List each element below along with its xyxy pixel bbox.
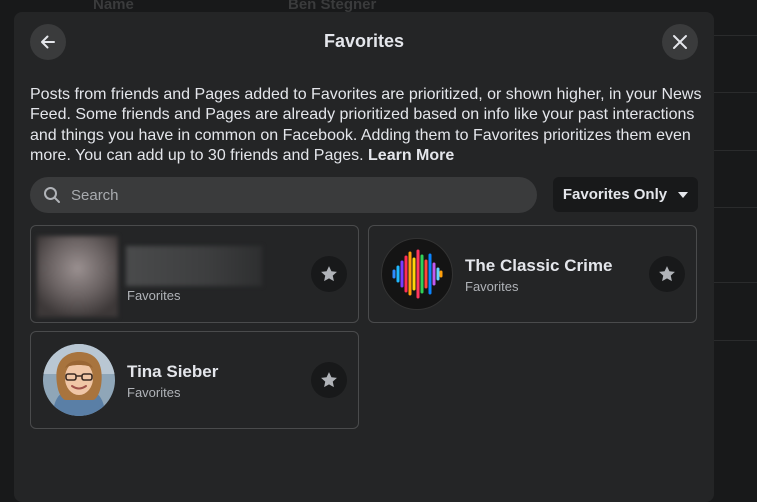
dialog-header: Favorites <box>14 12 714 72</box>
favorites-filter-dropdown[interactable]: Favorites Only <box>553 177 698 212</box>
background-divider <box>714 35 757 36</box>
favorite-star-button[interactable] <box>311 362 347 398</box>
star-icon <box>319 370 339 390</box>
close-button[interactable] <box>662 24 698 60</box>
favorites-dialog: Favorites Posts from friends and Pages a… <box>14 12 714 502</box>
favorite-name: The Classic Crime <box>465 256 613 275</box>
search-input[interactable] <box>69 185 513 205</box>
page-avatar <box>381 238 453 310</box>
background-divider <box>714 282 757 283</box>
learn-more-link[interactable]: Learn More <box>368 147 454 164</box>
profile-avatar <box>43 344 115 416</box>
favorite-star-button[interactable] <box>311 256 347 292</box>
background-divider <box>714 207 757 208</box>
search-bar[interactable] <box>30 177 537 213</box>
star-icon <box>319 264 339 284</box>
filter-label: Favorites Only <box>562 186 668 203</box>
search-icon <box>43 185 63 205</box>
background-divider <box>714 150 757 151</box>
favorite-subtitle: Favorites <box>127 385 181 400</box>
favorites-description: Posts from friends and Pages added to Fa… <box>30 85 702 167</box>
dialog-title: Favorites <box>323 31 405 51</box>
favorite-card[interactable]: Tina Sieber Favorites <box>30 331 359 429</box>
background-divider <box>714 340 757 341</box>
background-divider <box>714 92 757 93</box>
description-text: Posts from friends and Pages added to Fa… <box>30 86 702 165</box>
favorite-name: Tina Sieber <box>127 362 219 381</box>
profile-photo-blurred <box>37 236 118 317</box>
star-icon <box>657 264 677 284</box>
caret-down-icon <box>678 191 689 198</box>
favorite-card[interactable]: Favorites <box>30 225 359 323</box>
favorite-subtitle: Favorites <box>127 288 181 303</box>
name-blurred <box>126 246 262 286</box>
favorite-card[interactable]: The Classic Crime Favorites <box>368 225 697 323</box>
close-icon <box>670 32 690 52</box>
favorite-subtitle: Favorites <box>465 279 519 294</box>
favorite-star-button[interactable] <box>649 256 685 292</box>
